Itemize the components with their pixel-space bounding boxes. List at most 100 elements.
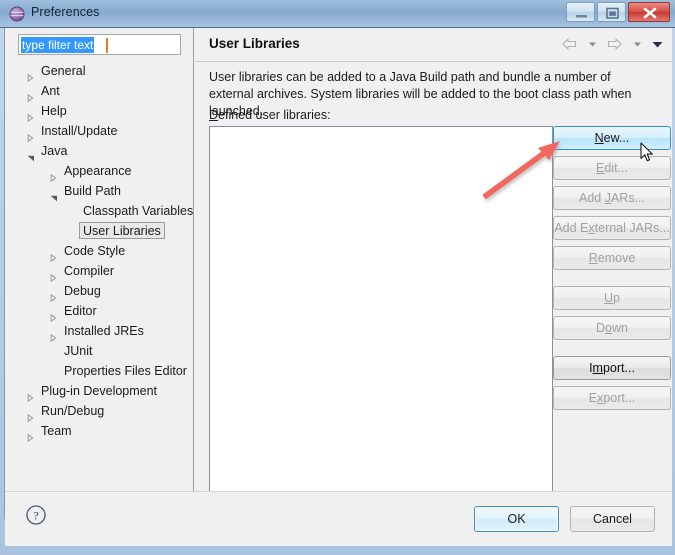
tree-item-label: Run/Debug <box>41 404 105 418</box>
tree-expand-arrow-collapsed-icon[interactable] <box>27 68 34 83</box>
tree-item-java[interactable]: Java <box>5 141 193 162</box>
tree-item-classpath-variables[interactable]: Classpath Variables <box>5 201 193 221</box>
tree-expand-arrow-collapsed-icon[interactable] <box>27 128 34 143</box>
tree-item-label: Properties Files Editor <box>64 364 187 378</box>
tree-expand-arrow-collapsed-icon[interactable] <box>50 328 57 343</box>
dialog-body: type filter text General Ant Help Install/U… <box>4 28 672 546</box>
forward-arrow-icon[interactable] <box>606 36 623 57</box>
tree-item-help[interactable]: Help <box>5 101 193 123</box>
cancel-button[interactable]: Cancel <box>570 506 655 532</box>
tree-expand-arrow-collapsed-icon[interactable] <box>50 168 57 183</box>
tree-expand-arrow-collapsed-icon[interactable] <box>27 88 34 103</box>
view-menu-icon[interactable] <box>651 36 664 57</box>
tree-item-label: Debug <box>64 284 101 298</box>
down-button: Down <box>553 316 671 340</box>
tree-expand-arrow-collapsed-icon[interactable] <box>27 408 34 423</box>
tree-item-debug[interactable]: Debug <box>5 281 193 303</box>
tree-expand-arrow-expanded-icon[interactable] <box>27 148 34 162</box>
up-button: Up <box>553 286 671 310</box>
tree-item-installed-jres[interactable]: Installed JREs <box>5 321 193 343</box>
tree-expand-arrow-collapsed-icon[interactable] <box>50 308 57 323</box>
defined-label-rest: efined user libraries: <box>218 108 331 122</box>
forward-dropdown-icon[interactable] <box>632 36 643 57</box>
tree-expand-arrow-collapsed-icon[interactable] <box>27 388 34 403</box>
tree-item-label: Classpath Variables <box>83 204 193 218</box>
help-icon[interactable]: ? <box>25 504 47 526</box>
preferences-tree[interactable]: General Ant Help Install/Update Java Appearan… <box>5 61 193 491</box>
tree-item-appearance[interactable]: Appearance <box>5 161 193 183</box>
tree-item-label: Installed JREs <box>64 324 144 338</box>
button-label-suffix: ew... <box>603 131 630 145</box>
tree-item-label: Editor <box>64 304 97 318</box>
tree-expand-arrow-collapsed-icon[interactable] <box>27 428 34 443</box>
tree-item-team[interactable]: Team <box>5 421 193 443</box>
button-label-suffix: wn <box>612 321 628 335</box>
pane-nav-icons <box>557 36 664 54</box>
tree-item-build-path[interactable]: Build Path <box>5 181 193 202</box>
button-label-mnemonic: o <box>605 321 612 335</box>
add-jars-button: Add JARs... <box>553 186 671 210</box>
pane-header: User Libraries <box>195 28 672 62</box>
tree-item-label: Build Path <box>64 184 121 198</box>
tree-item-junit[interactable]: JUnit <box>5 341 193 361</box>
button-label-prefix: Add E <box>554 221 589 235</box>
tree-item-user-libraries[interactable]: User Libraries <box>5 221 193 241</box>
filter-input-value: type filter text <box>21 37 95 53</box>
text-caret <box>106 38 108 53</box>
maximize-button[interactable] <box>597 2 626 22</box>
tree-item-ant[interactable]: Ant <box>5 81 193 103</box>
button-label-mnemonic: N <box>594 131 604 145</box>
tree-item-label: JUnit <box>64 344 93 358</box>
title-bar[interactable]: Preferences <box>0 0 675 28</box>
minimize-button[interactable] <box>566 2 595 22</box>
dialog-footer: ? OK Cancel <box>5 491 672 546</box>
tree-expand-arrow-collapsed-icon[interactable] <box>50 288 57 303</box>
tree-expand-arrow-expanded-icon[interactable] <box>50 188 57 202</box>
ok-button[interactable]: OK <box>474 506 559 532</box>
button-label-suffix: dit... <box>604 161 628 175</box>
tree-item-editor[interactable]: Editor <box>5 301 193 323</box>
tree-expand-arrow-collapsed-icon[interactable] <box>27 108 34 123</box>
svg-text:?: ? <box>33 509 38 523</box>
back-dropdown-icon[interactable] <box>587 36 598 57</box>
button-label-prefix: Add <box>578 191 605 205</box>
tree-item-run-debug[interactable]: Run/Debug <box>5 401 193 423</box>
import-button[interactable]: Import... <box>553 356 671 380</box>
tree-item-label: Plug-in Development <box>41 384 158 398</box>
eclipse-sphere-icon <box>9 6 25 22</box>
tree-item-plug-in-development[interactable]: Plug-in Development <box>5 381 193 403</box>
tree-item-compiler[interactable]: Compiler <box>5 261 193 283</box>
tree-item-code-style[interactable]: Code Style <box>5 241 193 263</box>
page-title: User Libraries <box>209 36 300 51</box>
add-external-jars-button: Add External JARs... <box>553 216 671 240</box>
tree-item-label: Help <box>41 104 67 118</box>
back-arrow-icon[interactable] <box>561 36 578 57</box>
preferences-window: Preferences type filter text General Ant… <box>0 0 675 555</box>
tree-item-properties-files-editor[interactable]: Properties Files Editor <box>5 361 193 381</box>
tree-item-label: Ant <box>41 84 60 98</box>
remove-button: Remove <box>553 246 671 270</box>
button-label-suffix: p <box>613 291 620 305</box>
button-label-mnemonic: U <box>604 291 614 305</box>
defined-label-mnemonic: D <box>209 108 219 122</box>
tree-item-label: Code Style <box>64 244 126 258</box>
filter-input[interactable]: type filter text <box>18 34 181 55</box>
button-label-suffix: ARs... <box>610 191 645 205</box>
window-title: Preferences <box>31 5 100 19</box>
mouse-cursor <box>640 142 653 162</box>
tree-item-label: User Libraries <box>79 222 165 239</box>
tree-item-general[interactable]: General <box>5 61 193 83</box>
close-button[interactable] <box>628 2 670 22</box>
tree-item-install-update[interactable]: Install/Update <box>5 121 193 143</box>
user-libraries-pane: User Libraries User libraries can be add… <box>195 28 672 518</box>
button-label-prefix: D <box>596 321 606 335</box>
button-label-suffix: port... <box>603 391 636 405</box>
tree-expand-arrow-collapsed-icon[interactable] <box>50 248 57 263</box>
preferences-tree-panel: type filter text General Ant Help Install/U… <box>5 28 194 491</box>
tree-expand-arrow-collapsed-icon[interactable] <box>50 268 57 283</box>
tree-item-label: General <box>41 64 86 78</box>
button-label-suffix: emove <box>597 251 636 265</box>
button-label-mnemonic: m <box>592 361 603 375</box>
tree-item-label: Java <box>41 144 68 158</box>
user-libraries-list[interactable] <box>209 126 553 518</box>
